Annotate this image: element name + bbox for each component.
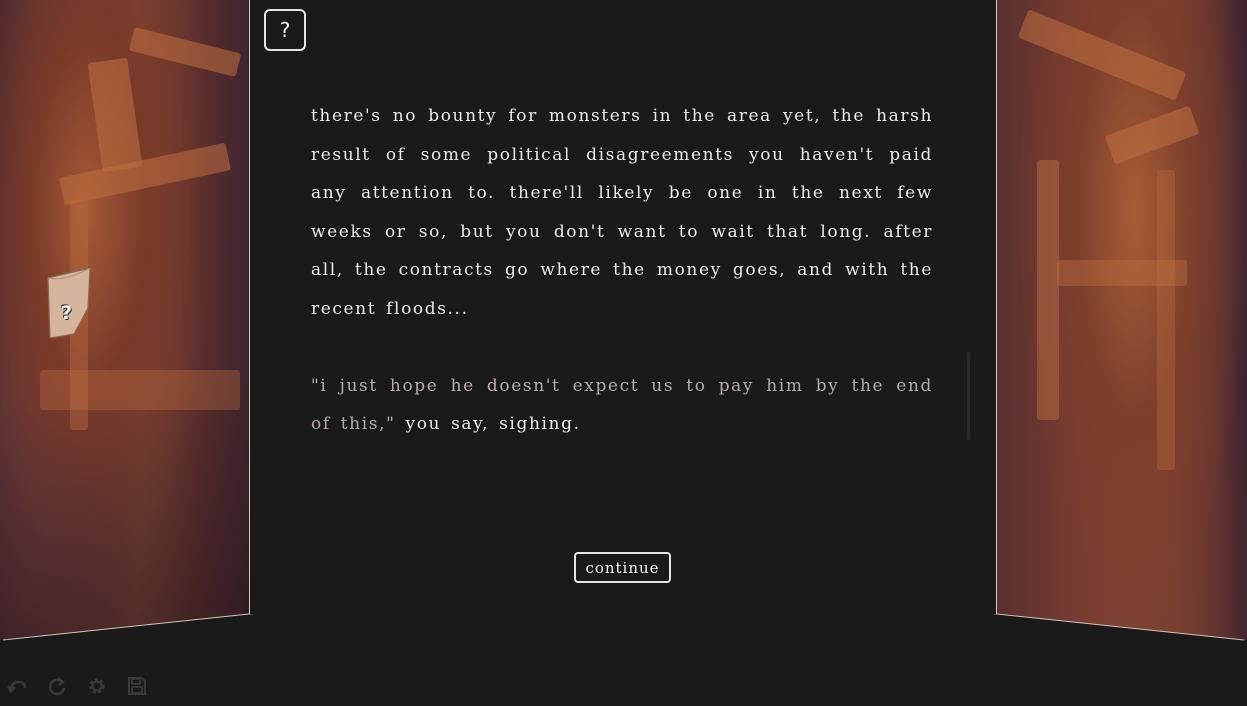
narration-paragraph: there's no bounty for monsters in the ar… <box>311 106 933 319</box>
journal-note-icon[interactable]: ? <box>44 267 94 339</box>
continue-button[interactable]: continue <box>574 552 671 583</box>
toolbar <box>6 675 148 697</box>
redo-icon[interactable] <box>46 675 68 697</box>
scrollbar[interactable] <box>967 352 970 440</box>
help-button-label: ? <box>279 18 291 42</box>
settings-icon[interactable] <box>86 675 108 697</box>
note-icon-label: ? <box>61 302 73 324</box>
continue-button-label: continue <box>585 558 660 577</box>
dialogue-tag: you say, sighing. <box>395 414 581 434</box>
save-icon[interactable] <box>126 675 148 697</box>
story-text: there's no bounty for monsters in the ar… <box>311 97 933 482</box>
help-button[interactable]: ? <box>264 9 306 51</box>
undo-icon[interactable] <box>6 675 28 697</box>
dialogue-paragraph: "i just hope he doesn't expect us to pay… <box>311 367 933 444</box>
